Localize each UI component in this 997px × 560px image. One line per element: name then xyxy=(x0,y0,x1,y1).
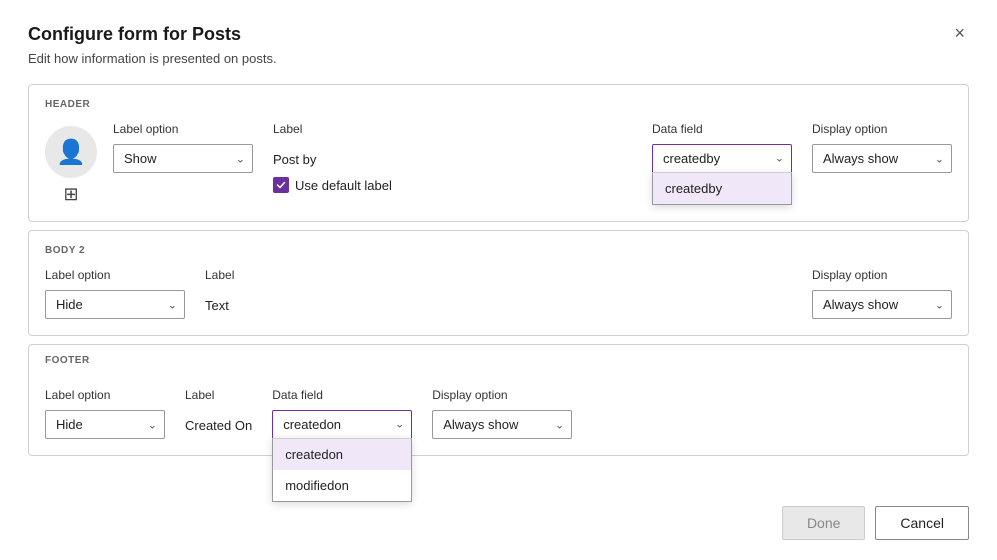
body2-section-card: BODY 2 Label option Show Hide ⌄ Label xyxy=(28,230,969,336)
grid-icon[interactable]: ⊞ xyxy=(63,184,78,205)
footer-data-field-label: Data field xyxy=(272,388,412,402)
content-area: HEADER 👤 ⊞ Label option xyxy=(28,84,969,492)
header-data-field-dropdown-menu: createdby xyxy=(652,172,792,205)
use-default-label-checkbox[interactable] xyxy=(273,177,289,193)
body2-label-group: Label Text xyxy=(205,268,234,313)
footer-label-group: Label Created On xyxy=(185,388,252,433)
footer-data-field-select[interactable]: createdon modifiedon xyxy=(272,410,412,438)
dialog-footer: Done Cancel xyxy=(28,506,969,540)
header-data-field-label: Data field xyxy=(652,122,792,136)
body2-label-col-label: Label xyxy=(205,268,234,282)
done-button[interactable]: Done xyxy=(782,506,865,540)
footer-display-option-select-wrapper: Always show Hide ⌄ xyxy=(432,410,572,439)
header-dropdown-item-createdby[interactable]: createdby xyxy=(653,173,791,204)
header-data-field-select[interactable]: createdby xyxy=(652,144,792,172)
header-display-option-label: Display option xyxy=(812,122,952,136)
body2-label-value: Text xyxy=(205,298,234,313)
header-label-group: Label Post by Use default label xyxy=(273,122,392,193)
footer-dropdown-item-modifiedon[interactable]: modifiedon xyxy=(273,470,411,501)
header-fields-row: Label option Show Hide ⌄ Label Post by xyxy=(113,122,952,193)
header-label-option-select[interactable]: Show Hide xyxy=(113,144,253,173)
footer-dropdown-item-createdon[interactable]: createdon xyxy=(273,439,411,470)
dialog-title: Configure form for Posts xyxy=(28,24,241,45)
footer-display-option-label: Display option xyxy=(432,388,572,402)
use-default-label-text: Use default label xyxy=(295,178,392,193)
close-button[interactable]: × xyxy=(950,24,969,42)
header-display-option-select[interactable]: Always show Hide xyxy=(812,144,952,173)
footer-section-label: FOOTER xyxy=(45,355,952,366)
dialog-header: Configure form for Posts × xyxy=(28,24,969,45)
header-label-option-select-wrapper: Show Hide ⌄ xyxy=(113,144,253,173)
footer-header: FOOTER xyxy=(29,345,968,366)
dialog-subtitle: Edit how information is presented on pos… xyxy=(28,51,969,66)
cancel-button[interactable]: Cancel xyxy=(875,506,969,540)
header-section-inner: 👤 ⊞ Label option Show Hide xyxy=(45,122,952,205)
body2-label-option-label: Label option xyxy=(45,268,185,282)
person-icon: 👤 xyxy=(56,138,86,167)
header-checkbox-row: Use default label xyxy=(273,177,392,193)
footer-label-option-group: Label option Show Hide ⌄ xyxy=(45,388,165,439)
body2-label-option-group: Label option Show Hide ⌄ xyxy=(45,268,185,319)
footer-label-col-label: Label xyxy=(185,388,252,402)
footer-data-field-dropdown-container: createdon modifiedon ⌄ createdon modifie… xyxy=(272,410,412,438)
header-label-value: Post by xyxy=(273,152,392,167)
body2-display-option-label: Display option xyxy=(812,268,952,282)
body2-display-option-select[interactable]: Always show Hide xyxy=(812,290,952,319)
header-data-field-dropdown-container: createdby ⌄ createdby xyxy=(652,144,792,172)
body2-label-option-select-wrapper: Show Hide ⌄ xyxy=(45,290,185,319)
footer-display-option-group: Display option Always show Hide ⌄ xyxy=(432,388,572,439)
header-label-option-label: Label option xyxy=(113,122,253,136)
avatar: 👤 xyxy=(45,126,97,178)
header-data-field-group: Data field createdby ⌄ createdby xyxy=(652,122,792,172)
footer-data-field-dropdown-menu: createdon modifiedon xyxy=(272,438,412,502)
footer-data-field-group: Data field createdon modifiedon ⌄ create xyxy=(272,388,412,438)
header-section-label: HEADER xyxy=(45,99,952,110)
body2-fields-row: Label option Show Hide ⌄ Label Text xyxy=(45,268,952,319)
body2-section-label: BODY 2 xyxy=(45,245,952,256)
footer-display-option-select[interactable]: Always show Hide xyxy=(432,410,572,439)
body2-display-option-select-wrapper: Always show Hide ⌄ xyxy=(812,290,952,319)
body2-display-option-group: Display option Always show Hide ⌄ xyxy=(812,268,952,319)
header-display-option-group: Display option Always show Hide ⌄ xyxy=(812,122,952,173)
footer-label-value: Created On xyxy=(185,418,252,433)
footer-label-option-label: Label option xyxy=(45,388,165,402)
footer-section-card: FOOTER Label option Show Hide ⌄ xyxy=(28,344,969,456)
header-data-field-select-wrapper: createdby ⌄ xyxy=(652,144,792,172)
configure-form-dialog: Configure form for Posts × Edit how info… xyxy=(0,0,997,560)
header-avatar-col: 👤 ⊞ xyxy=(45,122,97,205)
footer-label-option-select-wrapper: Show Hide ⌄ xyxy=(45,410,165,439)
footer-fields-row: Label option Show Hide ⌄ Label Created O xyxy=(45,388,952,439)
footer-body: Label option Show Hide ⌄ Label Created O xyxy=(29,378,968,455)
header-display-option-select-wrapper: Always show Hide ⌄ xyxy=(812,144,952,173)
header-label-col-label: Label xyxy=(273,122,392,136)
header-section-card: HEADER 👤 ⊞ Label option xyxy=(28,84,969,222)
header-label-option-group: Label option Show Hide ⌄ xyxy=(113,122,253,173)
footer-data-field-select-wrapper: createdon modifiedon ⌄ xyxy=(272,410,412,438)
body2-label-option-select[interactable]: Show Hide xyxy=(45,290,185,319)
footer-label-option-select[interactable]: Show Hide xyxy=(45,410,165,439)
